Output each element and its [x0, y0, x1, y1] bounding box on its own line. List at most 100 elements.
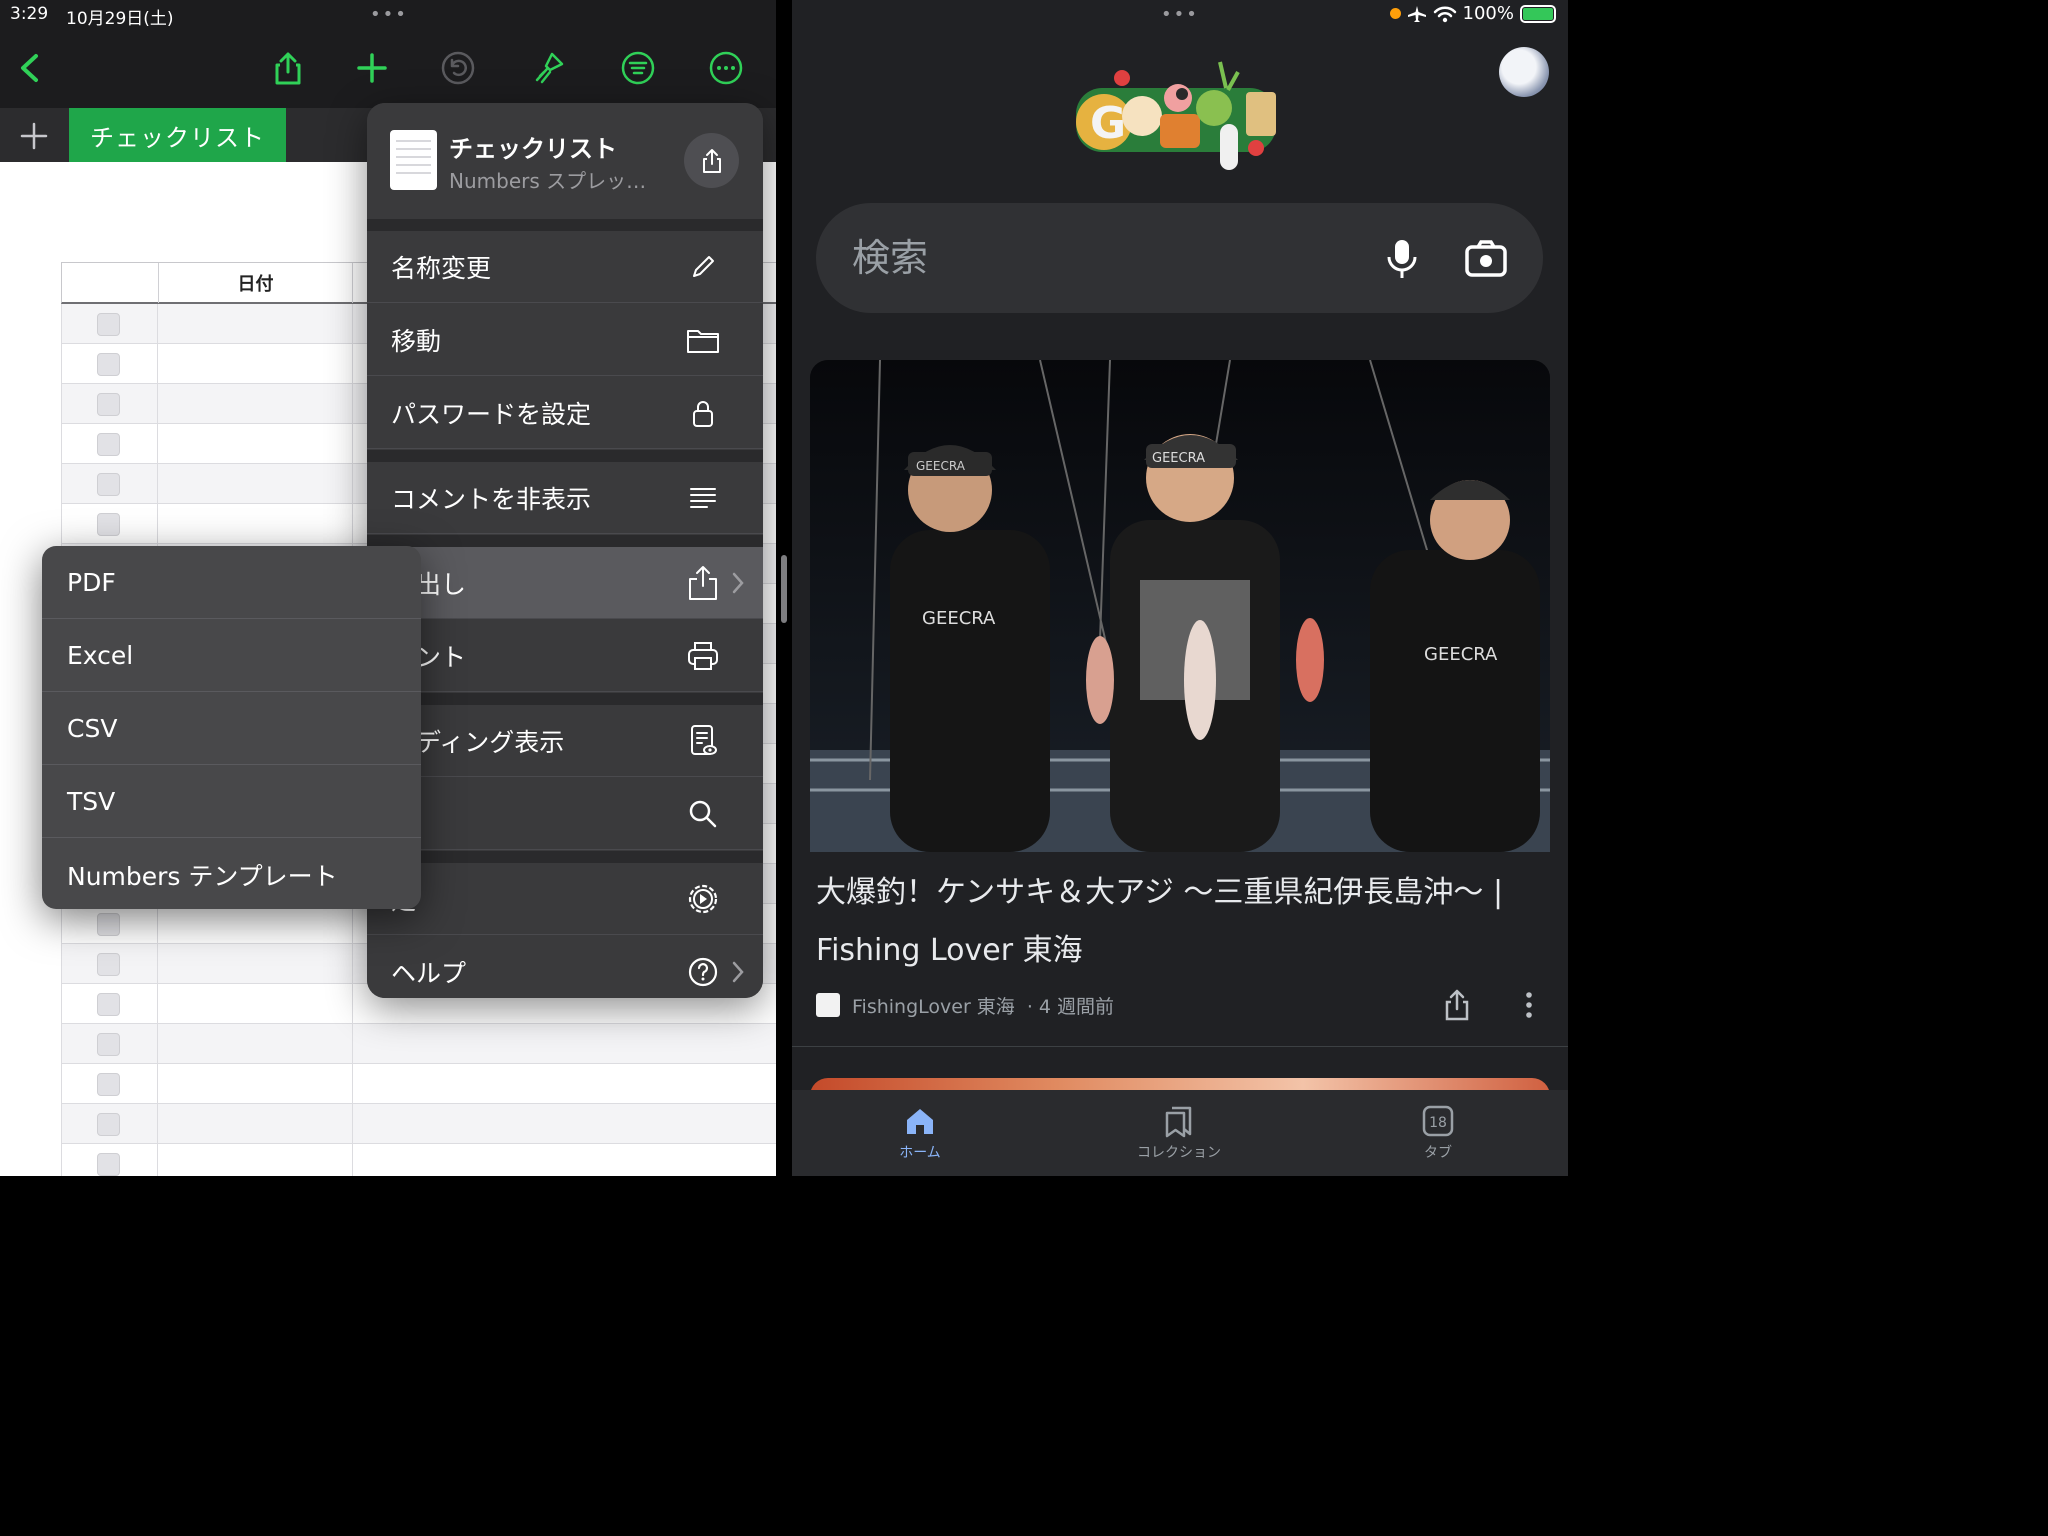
article-more-icon[interactable] [1514, 988, 1544, 1022]
row-checkbox[interactable] [97, 433, 120, 456]
export-icon [683, 563, 723, 603]
chevron-right-icon [731, 960, 745, 984]
camera-icon[interactable] [1464, 237, 1508, 281]
sheet-tab-checklist[interactable]: チェックリスト [69, 108, 286, 162]
export-pdf[interactable]: PDF [42, 546, 421, 619]
document-subtitle: Numbers スプレッ… [449, 169, 647, 193]
table-row[interactable] [61, 1024, 776, 1064]
bookmarks-icon [1165, 1106, 1192, 1138]
menu-item-find[interactable]: 索 [367, 778, 763, 850]
document-header: チェックリスト Numbers スプレッ… [367, 103, 763, 219]
menu-item-help[interactable]: ヘルプ [367, 936, 763, 998]
article-title[interactable]: 大爆釣！ケンサキ＆大アジ 〜三重県紀伊長島沖〜 | Fishing Lover … [816, 864, 1546, 980]
back-chevron-icon[interactable] [8, 46, 52, 90]
split-view-handle[interactable] [781, 555, 787, 623]
nav-collections[interactable]: コレクション [1109, 1104, 1249, 1162]
row-checkbox[interactable] [97, 1073, 120, 1096]
document-title: チェックリスト [449, 135, 617, 163]
article-source[interactable]: FishingLover 東海 [852, 992, 1015, 1019]
menu-item-reading-view[interactable]: ーディング表示 [367, 705, 763, 777]
document-share-button[interactable] [684, 133, 739, 188]
add-sheet-icon[interactable] [14, 116, 54, 156]
tab-count: 18 [1429, 1115, 1447, 1131]
cap-text-1: GEECRA [916, 459, 966, 473]
table-row[interactable] [61, 1144, 776, 1176]
profile-avatar[interactable] [1499, 47, 1549, 97]
google-doodle[interactable]: G [1070, 58, 1284, 172]
status-time: 3:29 [10, 4, 49, 24]
nav-tabs[interactable]: 18 タブ [1368, 1104, 1508, 1162]
menu-item-export[interactable]: き出し [367, 547, 763, 619]
home-icon [907, 1109, 933, 1134]
table-row[interactable] [61, 1064, 776, 1104]
article-age: · 4 週間前 [1026, 995, 1115, 1018]
wifi-icon [1433, 6, 1456, 22]
help-icon [683, 952, 723, 992]
status-bar-right: 100% [1389, 3, 1556, 24]
article-share-icon[interactable] [1440, 988, 1474, 1022]
menu-item-move[interactable]: 移動 [367, 304, 763, 376]
share-icon[interactable] [266, 46, 310, 90]
row-checkbox[interactable] [97, 1033, 120, 1056]
text-lines-icon [683, 478, 723, 518]
printer-icon [683, 636, 723, 676]
shirt-text-1: GEECRA [922, 608, 996, 629]
share-icon [702, 148, 721, 173]
row-checkbox[interactable] [97, 513, 120, 536]
row-checkbox[interactable] [97, 913, 120, 936]
header-date[interactable]: 日付 [158, 263, 353, 303]
article-meta: FishingLover 東海 · 4 週間前 [816, 990, 1114, 1020]
battery-icon [1520, 4, 1556, 23]
menu-item-hide-comments[interactable]: コメントを非表示 [367, 462, 763, 534]
battery-percent: 100% [1462, 3, 1514, 24]
chevron-right-icon [731, 571, 745, 595]
multitask-dots-icon[interactable]: ••• [1161, 4, 1199, 25]
gear-icon [683, 879, 723, 919]
filter-icon[interactable] [616, 46, 660, 90]
document-thumbnail [390, 130, 437, 190]
row-checkbox[interactable] [97, 1113, 120, 1136]
orange-indicator-icon [1389, 8, 1401, 19]
row-checkbox[interactable] [97, 993, 120, 1016]
export-tsv[interactable]: TSV [42, 765, 421, 838]
row-checkbox[interactable] [97, 953, 120, 976]
bottom-navigation: ホーム コレクション 18 タブ [792, 1090, 1568, 1176]
menu-item-settings[interactable]: 定 [367, 863, 763, 935]
search-bar[interactable] [816, 203, 1543, 313]
numbers-app: 3:29 10月29日(土) ••• チェックリスト 日付 チェックリスト Nu… [0, 0, 776, 1176]
pencil-icon [683, 247, 723, 287]
nav-home[interactable]: ホーム [850, 1104, 990, 1162]
svg-text:G: G [1090, 98, 1126, 149]
reading-view-icon [683, 721, 723, 761]
export-submenu: PDF Excel CSV TSV Numbers テンプレート [42, 546, 421, 909]
lock-icon [683, 393, 723, 433]
export-excel[interactable]: Excel [42, 619, 421, 692]
menu-item-print[interactable]: リント [367, 620, 763, 692]
folder-icon [683, 320, 723, 360]
row-checkbox[interactable] [97, 1153, 120, 1176]
search-input[interactable] [852, 231, 1332, 285]
source-favicon-icon [816, 993, 840, 1017]
split-view-divider [776, 0, 792, 1176]
shirt-text-3: GEECRA [1424, 644, 1498, 665]
undo-icon[interactable] [436, 46, 480, 90]
export-csv[interactable]: CSV [42, 692, 421, 765]
menu-item-set-password[interactable]: パスワードを設定 [367, 377, 763, 449]
row-checkbox[interactable] [97, 393, 120, 416]
article-image[interactable]: GEECRA GEECRA GEECRA GEECRA [810, 360, 1550, 852]
more-icon[interactable] [704, 46, 748, 90]
microphone-icon[interactable] [1382, 237, 1422, 281]
status-date: 10月29日(土) [66, 9, 174, 29]
multitask-dots-icon[interactable]: ••• [370, 4, 408, 25]
google-app: ••• 100% G 検索 GEECRA GEECRA GEECRA GEECR… [792, 0, 1568, 1176]
table-row[interactable] [61, 1104, 776, 1144]
row-checkbox[interactable] [97, 353, 120, 376]
row-checkbox[interactable] [97, 473, 120, 496]
export-numbers-template[interactable]: Numbers テンプレート [42, 838, 421, 909]
format-brush-icon[interactable] [526, 46, 570, 90]
menu-item-rename[interactable]: 名称変更 [367, 231, 763, 303]
add-icon[interactable] [350, 46, 394, 90]
card-divider [792, 1046, 1568, 1047]
tabs-icon: 18 [1422, 1105, 1454, 1137]
row-checkbox[interactable] [97, 313, 120, 336]
